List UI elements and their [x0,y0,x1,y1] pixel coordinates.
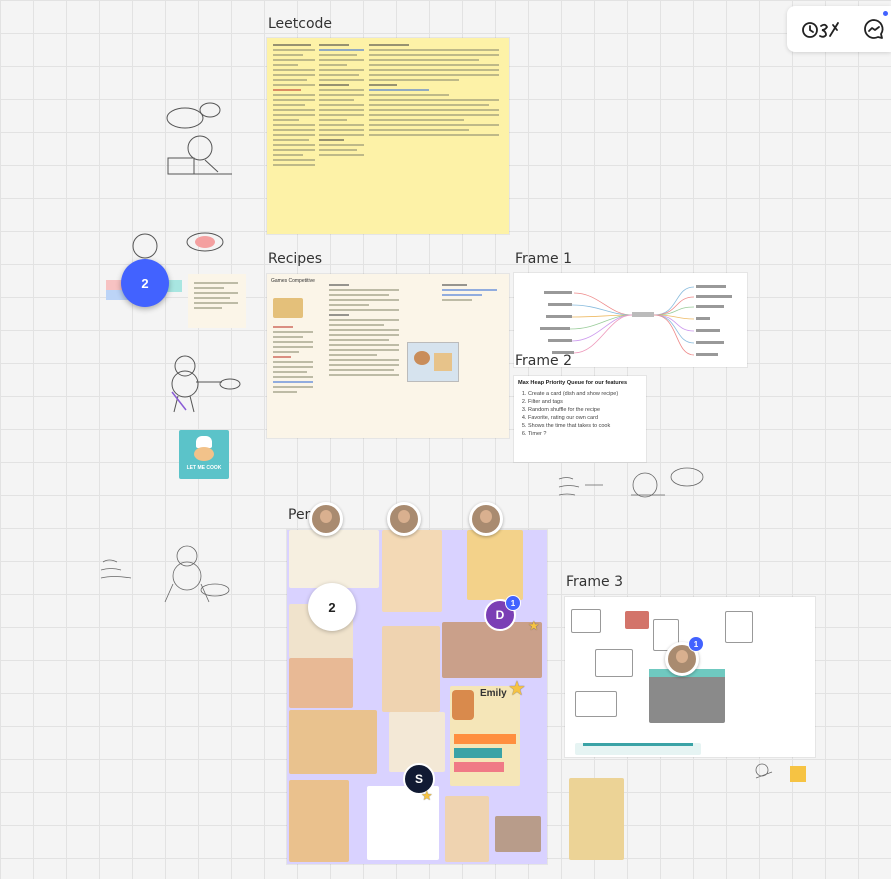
list-item: Timer ? [528,430,618,438]
star-icon[interactable]: ★ [528,618,540,634]
persona-card[interactable] [289,710,377,774]
doodle-chef-handwriting-sketch[interactable] [95,540,245,615]
frame-title-personas[interactable]: Per [288,507,310,523]
persona-card[interactable] [382,626,440,712]
recipes-column-3 [442,284,497,304]
persona-card[interactable] [289,658,353,708]
leetcode-column-3 [369,44,499,139]
star-icon[interactable]: ★ [421,788,433,804]
persona-card[interactable] [289,780,349,862]
recipe-image [273,298,303,318]
recipes-column-2 [329,284,399,379]
notification-dot [883,11,888,16]
notes-thumbnail[interactable] [188,274,246,328]
notification-badge: 1 [688,636,704,652]
persona-card[interactable] [382,530,442,612]
comic-card[interactable] [569,778,624,860]
let-me-cook-sticker[interactable]: LET ME COOK [179,430,229,479]
wireframe-box [595,649,633,677]
persona-card[interactable] [289,530,379,588]
list-item: Random shuffle for the recipe [528,406,618,414]
persona-card[interactable] [495,816,541,852]
recipes-doc-heading: Games Competitive [271,278,315,284]
persona-name: Emily [480,688,507,699]
collaborator-cluster-personas[interactable]: 2 [308,583,356,631]
frame2-list: Create a card (dish and show recipe) Fil… [514,390,618,438]
leetcode-column-1 [273,44,315,169]
recipe-card-preview [407,342,459,382]
frame-title-frame3[interactable]: Frame 3 [566,574,623,590]
list-item: Favorite, rating our own card [528,414,618,422]
doodle-chef-frying-sketch[interactable] [160,352,245,417]
frame-title-frame1[interactable]: Frame 1 [515,251,572,267]
star-icon[interactable]: ★ [508,676,526,701]
top-right-toolbar [787,6,891,52]
reactions-icon[interactable] [799,16,843,42]
notification-badge: 1 [505,595,521,611]
recipes-frame[interactable]: Games Competitive [267,274,509,438]
doodle-small-sketch[interactable] [748,758,808,788]
list-item: Filter and tags [528,398,618,406]
persona-card[interactable] [442,622,542,678]
wireframe-box [725,611,753,643]
leetcode-column-2 [319,44,364,159]
frame2-heading: Max Heap Priority Queue for our features [518,380,628,386]
sticker-caption: LET ME COOK [186,465,222,471]
persona-card[interactable] [467,530,523,600]
wireframe-box [571,609,601,633]
frame2-feature-list[interactable]: Max Heap Priority Queue for our features… [514,376,646,462]
calendar-grid [649,669,725,723]
wireframe-bar [575,743,701,755]
persona-card[interactable] [445,796,489,862]
collaborator-avatar[interactable] [309,502,343,536]
collaborator-cluster-left[interactable]: 2 [121,259,169,307]
leetcode-frame[interactable] [267,38,509,234]
recipes-column-1 [273,326,313,396]
frame-title-leetcode[interactable]: Leetcode [268,16,332,32]
persona-card-emily[interactable]: Emily [450,686,520,786]
wireframe-box [625,611,649,629]
frame3-wireframes[interactable] [565,597,815,757]
list-item: Shows the time that takes to cook [528,422,618,430]
doodle-coder-sketch[interactable] [160,100,235,185]
collaborator-avatar[interactable] [469,502,503,536]
frame-title-recipes[interactable]: Recipes [268,251,322,267]
list-item: Create a card (dish and show recipe) [528,390,618,398]
collaborator-avatar[interactable] [387,502,421,536]
frame-title-frame2[interactable]: Frame 2 [515,353,572,369]
comment-icon[interactable] [861,16,887,42]
wireframe-box [575,691,617,717]
doodle-thinking-sketch[interactable] [555,465,710,505]
